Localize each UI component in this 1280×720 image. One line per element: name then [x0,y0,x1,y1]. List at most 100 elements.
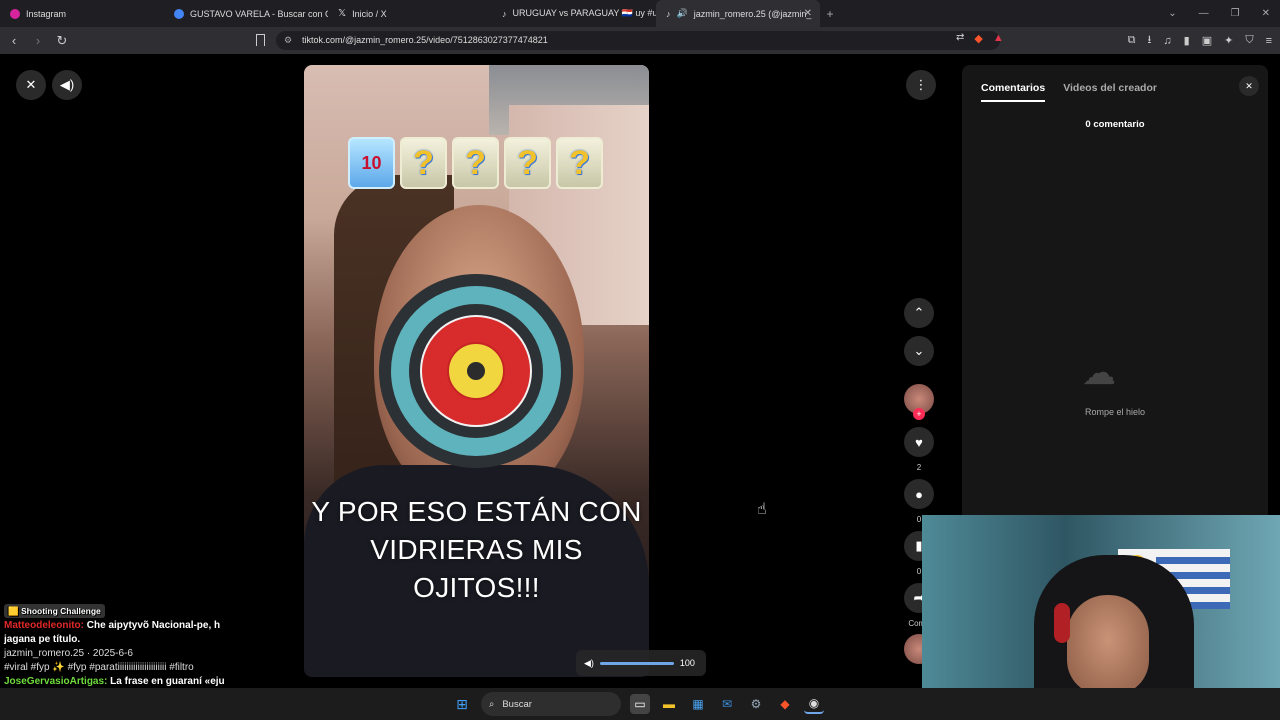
tab-title: jazmin_romero.25 (@jazmin_ [693,8,812,19]
store-icon[interactable]: ▦ [688,694,708,714]
tab-list-icon[interactable]: ⌄ [1168,8,1176,19]
browser-tab-bar: Instagram GUSTAVO VARELA - Buscar con Go… [0,0,1280,27]
task-view-icon[interactable]: ▭ [630,694,650,714]
media-icon[interactable]: ♫ [1163,35,1171,47]
close-video-button[interactable]: ✕ [16,70,46,100]
target-ring-black [407,302,545,440]
minimize-icon[interactable]: — [1199,8,1209,19]
tab-title: Inicio / X [352,8,387,19]
target-ring-blue [391,286,561,456]
speaker-icon: 🔊 [676,8,688,18]
tab-google-search[interactable]: GUSTAVO VARELA - Buscar con Goo [164,0,328,27]
new-tab-button[interactable]: + [820,7,840,21]
back-icon[interactable]: ‹ [4,33,24,48]
search-placeholder: Buscar [502,698,532,710]
tab-instagram[interactable]: Instagram [0,0,164,27]
tab-tiktok-uruguay[interactable]: ♪ URUGUAY vs PARAGUAY 🇵🇾 uy #urug [492,0,656,27]
chat-username: Matteodeleonito: [4,620,84,631]
taskbar-search[interactable]: ⌕ Buscar [481,692,621,716]
headset [1054,603,1070,643]
windows-start-icon[interactable]: ⊞ [452,694,472,714]
like-button[interactable]: ♥ [904,427,934,457]
address-toolbar: ‹ › ↻ ⚙ tiktok.com/@jazmin_romero.25/vid… [0,27,1280,54]
browser-extensions: ⧉ ⭳ ♫ ▮ ▣ ✦ ⛉ ≡ [1128,27,1272,54]
close-panel-button[interactable]: ✕ [1239,76,1259,96]
next-video-button[interactable]: ⌄ [904,336,934,366]
extensions-icon[interactable]: ⧉ [1128,34,1136,47]
comment-count-text: 0 comentario [1085,119,1145,130]
forward-icon[interactable]: › [28,33,48,48]
taskbar-icons: ⊞ ⌕ Buscar ▭ ▬ ▦ ✉ ⚙ ◆ ◉ [452,692,824,716]
tab-title: GUSTAVO VARELA - Buscar con Goo [190,8,328,19]
search-icon: ⌕ [489,698,495,710]
brave-icon[interactable]: ◆ [775,694,795,714]
outlook-icon[interactable]: ✉ [717,694,737,714]
instagram-icon [10,8,20,19]
steam-icon[interactable]: ⚙ [746,694,766,714]
follow-plus-icon[interactable]: + [913,408,925,420]
download-icon[interactable]: ⭳ [1148,31,1152,50]
archery-target [379,274,573,468]
url-text: tiktok.com/@jazmin_romero.25/video/75128… [302,35,548,45]
hand-cursor-icon: ☝ [757,501,767,518]
caption-line: VIDRIERAS MIS [370,534,583,565]
previous-video-button[interactable]: ⌃ [904,298,934,328]
volume-control[interactable]: ◀) 100 [576,650,706,676]
menu-icon[interactable]: ≡ [1266,35,1272,47]
tab-creator-videos[interactable]: Videos del creador [1063,82,1157,102]
leo-ai-icon[interactable]: ✦ [1224,34,1233,47]
close-tab-icon[interactable]: ✕ [804,8,812,19]
site-info-icon[interactable]: ⚙ [284,31,292,50]
target-ring-red [420,315,532,427]
close-window-icon[interactable]: ✕ [1262,8,1270,19]
badge-text: Shooting Challenge [20,606,101,616]
restore-icon[interactable]: ❐ [1231,8,1240,19]
chat-badge: 🟨 Shooting Challenge [4,604,105,618]
close-icon: ✕ [1245,80,1253,91]
chevron-down-icon: ⌄ [913,343,925,358]
video-player[interactable]: 10 ? ? ? ? Y POR ESO ESTÁN CON VIDRIERAS… [304,65,649,677]
bookmark-icon[interactable] [256,34,265,46]
tab-title: Instagram [26,8,67,19]
brave-shields-icon[interactable]: ◆ [974,32,982,45]
comment-button[interactable]: ● [904,479,934,509]
google-icon [174,8,184,19]
caption-line: OJITOS!!! [413,572,540,603]
window-controls: ⌄ — ❐ ✕ [1168,0,1270,27]
tab-title: URUGUAY vs PARAGUAY 🇵🇾 uy #urug [512,8,657,18]
volume-slider[interactable] [599,661,674,665]
tab-tiktok-jazmin[interactable]: ♪ 🔊 jazmin_romero.25 (@jazmin_ ✕ [656,0,820,27]
streamer-face [1067,595,1149,695]
target-ring-yellow [447,342,505,400]
more-options-button[interactable]: ⋮ [906,70,936,100]
video-tags-line: #viral #fyp ✨ #fyp #paratiiiiiiiiiiiiiii… [4,662,194,673]
filter-score-row: 10 ? ? ? ? [348,137,603,189]
tab-x[interactable]: 𝕏 Inicio / X [328,0,492,27]
wallet-icon[interactable]: ▣ [1202,34,1212,47]
url-field[interactable]: ⚙ tiktok.com/@jazmin_romero.25/video/751… [276,31,1000,50]
video-caption: Y POR ESO ESTÁN CON VIDRIERAS MIS OJITOS… [304,493,649,607]
tab-comments[interactable]: Comentarios [981,82,1046,102]
volume-value: 100 [679,658,695,668]
comment-icon: ● [915,486,923,502]
chevron-up-icon: ⌃ [913,305,925,320]
empty-comments-text: Rompe el hielo [1084,407,1146,417]
comments-tabs: Comentarios Videos del creador [981,82,1157,102]
translate-icon[interactable]: ⇄ [956,32,964,45]
like-count: 2 [916,463,922,472]
tiktok-icon: ♪ [666,8,671,19]
reload-icon[interactable]: ↻ [52,33,72,49]
brave-rewards-icon[interactable]: ▲ [993,32,1004,45]
video-author-line: jazmin_romero.25 · 2025-6-6 [4,648,133,659]
empty-comments-icon: ☁ [1082,354,1116,392]
mute-button[interactable]: ◀) [52,70,82,100]
sidebar-icon[interactable]: ▮ [1184,34,1190,47]
x-logo-icon: 𝕏 [338,8,347,19]
question-box: ? [452,137,499,189]
tiktok-icon: ♪ [502,8,507,19]
question-box: ? [556,137,603,189]
obs-icon[interactable]: ◉ [804,694,824,714]
more-icon: ⋮ [914,77,928,92]
file-explorer-icon[interactable]: ▬ [659,694,679,714]
vpn-icon[interactable]: ⛉ [1245,34,1253,47]
